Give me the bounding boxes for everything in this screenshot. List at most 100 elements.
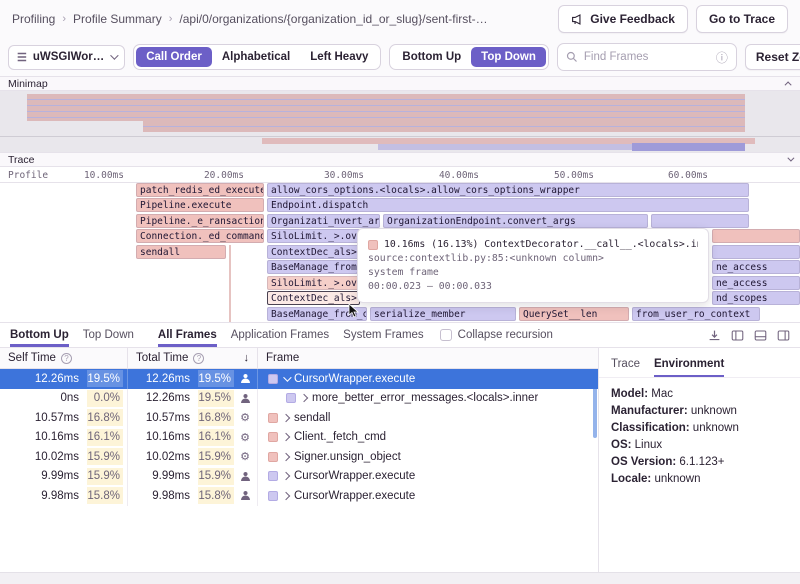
horizontal-scrollbar-track[interactable]: [0, 572, 800, 584]
details-panel: Trace Environment Model: MacManufacturer:…: [598, 348, 800, 584]
minimap-canvas[interactable]: [0, 91, 800, 152]
chevron-right-icon[interactable]: [282, 453, 290, 461]
tab-bottom-up[interactable]: Bottom Up: [10, 324, 69, 347]
detail-field: OS Version: 6.1.123+: [611, 454, 788, 471]
table-row[interactable]: 9.98ms15.8% 9.98ms15.8% CursorWrapper.ex…: [0, 486, 598, 506]
ruler-profile-label: Profile: [8, 170, 48, 181]
flame-frame[interactable]: SiloLimit._>.over: [267, 276, 360, 290]
table-row[interactable]: 12.26ms19.5% 12.26ms19.5% CursorWrapper.…: [0, 369, 598, 389]
go-to-trace-label: Go to Trace: [709, 12, 775, 26]
flame-frame[interactable]: Endpoint.dispatch: [267, 198, 749, 212]
direction-option-bottom-up[interactable]: Bottom Up: [392, 47, 471, 67]
search-input[interactable]: [584, 51, 710, 63]
flame-frame[interactable]: Organizati_nvert_args: [267, 214, 380, 228]
time-tick: 10.00ms: [64, 170, 124, 181]
tooltip-source: source:contextlib.py:85:<unknown column>: [368, 253, 698, 264]
frame-color-chip: [286, 393, 296, 403]
tab-application-frames[interactable]: Application Frames: [231, 324, 329, 347]
download-icon[interactable]: [708, 329, 721, 342]
flame-frame[interactable]: OrganizationEndpoint.convert_args: [383, 214, 648, 228]
give-feedback-button[interactable]: Give Feedback: [558, 5, 688, 33]
detail-field: Model: Mac: [611, 386, 788, 403]
sort-option-left-heavy[interactable]: Left Heavy: [300, 47, 378, 67]
frame-color-chip: [268, 471, 278, 481]
thread-selector[interactable]: ☰ uWSGIWor…: [8, 45, 125, 70]
flame-frame[interactable]: SiloLimit._>.over: [267, 229, 360, 243]
frames-table: Self Time ? Total Time ? ↓ Frame 12.26ms…: [0, 348, 598, 584]
time-tick: 40.00ms: [419, 170, 479, 181]
flame-frame[interactable]: [712, 229, 800, 243]
collapse-recursion-label: Collapse recursion: [458, 329, 553, 341]
table-row[interactable]: 10.16ms16.1% 10.16ms16.1% ⚙ Client._fetc…: [0, 428, 598, 448]
frame-name: more_better_error_messages.<locals>.inne…: [312, 392, 538, 404]
collapse-minimap-icon[interactable]: [785, 81, 792, 88]
table-scrollbar-thumb[interactable]: [593, 372, 597, 438]
sort-option-alphabetical[interactable]: Alphabetical: [212, 47, 300, 67]
table-row[interactable]: 0ns0.0% 12.26ms19.5% more_better_error_m…: [0, 389, 598, 409]
total-time-header[interactable]: Total Time ? ↓: [128, 348, 258, 368]
flame-frame[interactable]: patch_redis_ed_execute: [136, 183, 264, 197]
layout-left-icon[interactable]: [731, 329, 744, 342]
reset-zoom-button[interactable]: Reset Zoom: [745, 44, 800, 70]
breadcrumb-profile-summary[interactable]: Profile Summary: [73, 12, 162, 26]
chevron-right-icon[interactable]: [300, 394, 308, 402]
minimap-block: [378, 144, 632, 150]
flame-frame[interactable]: from_user_ro_context: [632, 307, 760, 321]
flame-frame[interactable]: ne_access: [712, 276, 800, 290]
layout-right-icon[interactable]: [777, 329, 790, 342]
flamegraph-toolbar: ☰ uWSGIWor… Call OrderAlphabeticalLeft H…: [0, 38, 800, 76]
table-row[interactable]: 10.57ms16.8% 10.57ms16.8% ⚙ sendall: [0, 408, 598, 428]
chevron-down-icon: [110, 51, 118, 59]
flame-frame[interactable]: allow_cors_options.<locals>.allow_cors_o…: [267, 183, 749, 197]
flame-frame[interactable]: BaseManage_from_c: [267, 260, 360, 274]
sort-descending-icon[interactable]: ↓: [244, 352, 250, 364]
list-icon: ☰: [17, 51, 27, 64]
layout-bottom-icon[interactable]: [754, 329, 767, 342]
gear-icon: ⚙: [237, 411, 253, 424]
collapse-trace-icon[interactable]: [787, 155, 794, 162]
flame-frame[interactable]: Pipeline.execute: [136, 198, 264, 212]
tab-all-frames[interactable]: All Frames: [158, 324, 217, 347]
table-row[interactable]: 10.02ms15.9% 10.02ms15.9% ⚙ Signer.unsig…: [0, 447, 598, 467]
frame-header[interactable]: Frame: [258, 348, 598, 368]
sort-option-call-order[interactable]: Call Order: [136, 47, 212, 67]
find-frames-searchbox: ⓘ: [557, 43, 737, 71]
direction-option-top-down[interactable]: Top Down: [471, 47, 546, 67]
flame-frame[interactable]: nd_scopes: [712, 291, 800, 305]
flame-frame[interactable]: sendall: [136, 245, 226, 259]
trace-header: Trace: [0, 152, 800, 167]
self-time-header[interactable]: Self Time ?: [0, 348, 128, 368]
flame-frame[interactable]: ContextDec_als>.i: [267, 245, 360, 259]
go-to-trace-button[interactable]: Go to Trace: [696, 5, 788, 33]
flame-frame[interactable]: ContextDec_als>.i: [267, 291, 360, 305]
flame-frame[interactable]: [651, 214, 749, 228]
details-tab-environment[interactable]: Environment: [654, 354, 724, 377]
collapse-recursion-checkbox[interactable]: Collapse recursion: [440, 329, 553, 341]
chevron-right-icon[interactable]: [282, 492, 290, 500]
tab-top-down[interactable]: Top Down: [83, 324, 134, 347]
flame-frame: [229, 245, 231, 322]
help-icon: ?: [61, 353, 72, 364]
breadcrumb-profiling[interactable]: Profiling: [12, 12, 55, 26]
direction-segmented-control: Bottom UpTop Down: [389, 44, 548, 70]
flame-frame[interactable]: ne_access: [712, 260, 800, 274]
minimap-block: [143, 121, 745, 132]
flame-frame[interactable]: Pipeline._e_ransaction: [136, 214, 264, 228]
thread-selector-label: uWSGIWor…: [33, 51, 104, 63]
chevron-down-icon[interactable]: [283, 373, 291, 381]
chevron-right-icon[interactable]: [282, 472, 290, 480]
mouse-cursor: [348, 303, 360, 319]
table-header-row: Self Time ? Total Time ? ↓ Frame: [0, 348, 598, 369]
flame-frame[interactable]: Connection._ed_command: [136, 229, 264, 243]
table-row[interactable]: 9.99ms15.9% 9.99ms15.9% CursorWrapper.ex…: [0, 467, 598, 487]
environment-fields: Model: MacManufacturer: unknownClassific…: [599, 378, 800, 496]
flame-frame[interactable]: serialize_member: [370, 307, 516, 321]
chevron-right-icon[interactable]: [282, 414, 290, 422]
tab-system-frames[interactable]: System Frames: [343, 324, 424, 347]
frame-label: Frame: [266, 352, 299, 364]
detail-field: OS: Linux: [611, 437, 788, 454]
flame-frame[interactable]: QuerySet__len: [519, 307, 629, 321]
flame-frame[interactable]: [712, 245, 800, 259]
details-tab-trace[interactable]: Trace: [611, 354, 640, 377]
chevron-right-icon[interactable]: [282, 433, 290, 441]
